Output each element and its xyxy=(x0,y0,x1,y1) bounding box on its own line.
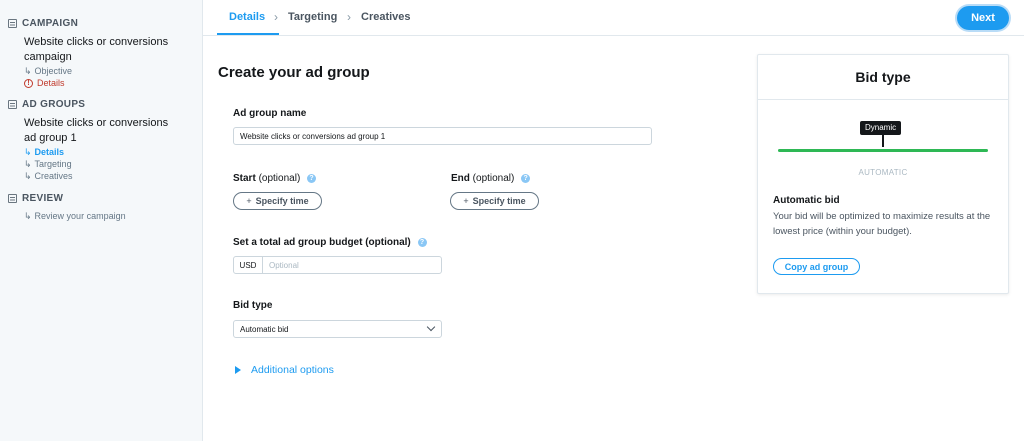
sidebar-item-label: Targeting xyxy=(34,159,72,169)
chevron-down-icon xyxy=(426,322,436,332)
tab-details[interactable]: Details xyxy=(229,11,265,23)
sidebar-item-label: Review your campaign xyxy=(34,211,126,221)
ad-group-name[interactable]: Website clicks or conversions ad group 1 xyxy=(0,116,188,146)
bid-type-value: Automatic bid xyxy=(240,324,289,334)
sub-arrow-icon: ↳ xyxy=(24,171,32,181)
ad-groups-section-header[interactable]: AD GROUPS xyxy=(0,94,202,114)
bid-type-label: Bid type xyxy=(233,300,273,311)
start-label: Start (optional) ? xyxy=(233,173,317,184)
sidebar-item-label: Details xyxy=(37,78,65,88)
list-icon xyxy=(8,18,17,28)
campaign-name[interactable]: Website clicks or conversions campaign xyxy=(0,35,190,65)
review-header-label: REVIEW xyxy=(22,192,64,204)
plus-icon: + xyxy=(246,196,252,206)
tab-creatives[interactable]: Creatives xyxy=(361,11,411,23)
card-title: Bid type xyxy=(758,55,1008,100)
next-button[interactable]: Next xyxy=(957,6,1009,30)
app-root: CAMPAIGN Website clicks or conversions c… xyxy=(0,0,1024,441)
optional-text: (optional) xyxy=(258,173,301,184)
sidebar-item-creatives[interactable]: ↳ Creatives xyxy=(0,170,202,182)
sub-arrow-icon: ↳ xyxy=(24,159,32,169)
bid-slider-track[interactable] xyxy=(778,149,988,152)
sidebar-item-label: Details xyxy=(34,147,65,157)
sidebar-item-campaign-details[interactable]: ! Details xyxy=(0,77,202,89)
budget-label-text: Set a total ad group budget (optional) xyxy=(233,237,411,248)
start-label-text: Start xyxy=(233,173,256,184)
chevron-right-icon: › xyxy=(274,10,278,24)
card-heading: Automatic bid xyxy=(773,195,840,206)
copy-ad-group-button[interactable]: Copy ad group xyxy=(773,258,860,275)
slider-caption: AUTOMATIC xyxy=(858,168,908,177)
plus-icon: + xyxy=(463,196,469,206)
slider-handle[interactable] xyxy=(882,135,884,147)
help-icon[interactable]: ? xyxy=(417,237,427,247)
ad-group-name-label: Ad group name xyxy=(233,108,307,119)
campaign-header-label: CAMPAIGN xyxy=(22,17,79,29)
sidebar-item-ad-group-details[interactable]: ↳ Details xyxy=(0,146,202,158)
budget-input[interactable]: USD Optional xyxy=(233,256,442,274)
campaign-section-header[interactable]: CAMPAIGN xyxy=(0,13,202,33)
chevron-right-icon: › xyxy=(347,10,351,24)
budget-label: Set a total ad group budget (optional) ? xyxy=(233,237,427,248)
tab-targeting[interactable]: Targeting xyxy=(288,11,337,23)
end-label: End (optional) ? xyxy=(451,173,531,184)
warning-icon: ! xyxy=(24,78,33,88)
start-specify-time-button[interactable]: + Specify time xyxy=(233,192,322,210)
sidebar-item-review[interactable]: ↳ Review your campaign xyxy=(0,210,202,222)
page-title: Create your ad group xyxy=(218,64,370,81)
currency-label: USD xyxy=(234,257,263,273)
specify-time-label: Specify time xyxy=(255,196,309,206)
help-icon[interactable]: ? xyxy=(307,173,317,183)
ad-group-name-input[interactable]: Website clicks or conversions ad group 1 xyxy=(233,127,652,145)
additional-options-label: Additional options xyxy=(251,364,334,376)
specify-time-label: Specify time xyxy=(472,196,526,206)
sidebar-item-objective[interactable]: ↳ Objective xyxy=(0,65,202,77)
caret-right-icon xyxy=(235,366,241,374)
ad-groups-header-label: AD GROUPS xyxy=(22,98,86,110)
sub-arrow-icon: ↳ xyxy=(24,66,32,76)
end-label-text: End xyxy=(451,173,470,184)
card-description: Your bid will be optimized to maximize r… xyxy=(773,211,991,237)
review-section-header[interactable]: REVIEW xyxy=(0,188,202,208)
end-specify-time-button[interactable]: + Specify time xyxy=(450,192,539,210)
sub-arrow-icon: ↳ xyxy=(24,211,32,221)
optional-text: (optional) xyxy=(472,173,515,184)
sub-arrow-icon: ↳ xyxy=(24,147,32,157)
sidebar-item-label: Objective xyxy=(34,66,73,76)
bid-type-select[interactable]: Automatic bid xyxy=(233,320,442,338)
list-icon xyxy=(8,99,17,109)
help-icon[interactable]: ? xyxy=(521,173,531,183)
budget-placeholder[interactable]: Optional xyxy=(263,257,299,273)
step-nav: Details › Targeting › Creatives Next xyxy=(203,0,1024,36)
bid-type-card: Bid type Dynamic AUTOMATIC Automatic bid… xyxy=(757,54,1009,294)
main-panel: Details › Targeting › Creatives Next Cre… xyxy=(203,0,1024,441)
list-icon xyxy=(8,193,17,203)
active-tab-indicator xyxy=(217,33,279,35)
additional-options-toggle[interactable]: Additional options xyxy=(235,364,334,376)
dynamic-tooltip: Dynamic xyxy=(860,121,902,135)
sidebar-item-label: Creatives xyxy=(34,171,73,181)
sidebar-item-targeting[interactable]: ↳ Targeting xyxy=(0,158,202,170)
sidebar: CAMPAIGN Website clicks or conversions c… xyxy=(0,0,203,441)
